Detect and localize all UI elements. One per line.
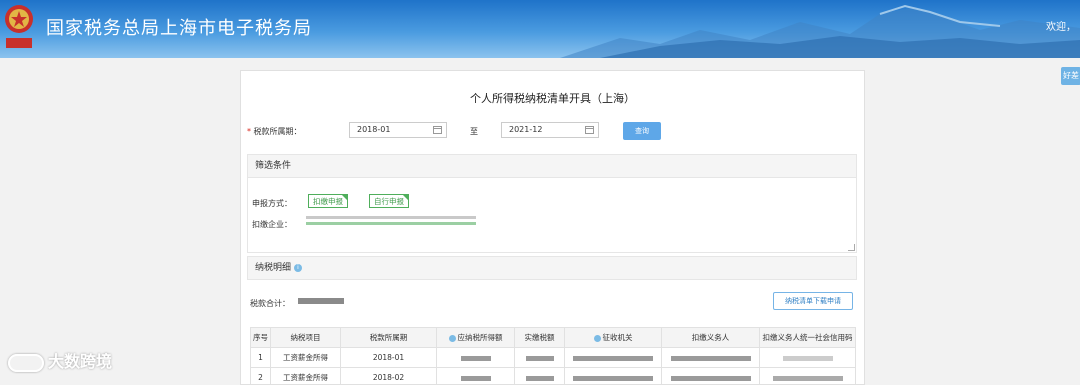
col-period: 税款所属期 bbox=[341, 328, 437, 348]
site-header: 国家税务总局上海市电子税务局 欢迎， bbox=[0, 0, 1080, 58]
table-header-row: 序号 纳税项目 税款所属期 应纳税所得额 实缴税额 征收机关 扣缴义务人 扣缴义… bbox=[251, 328, 856, 348]
required-mark: * bbox=[247, 127, 251, 136]
calendar-icon[interactable] bbox=[433, 126, 442, 134]
row-tax-redacted bbox=[515, 368, 565, 385]
welcome-text: 欢迎， bbox=[1046, 18, 1076, 33]
watermark-text: 大数跨境 bbox=[48, 352, 112, 371]
row-withholder-redacted bbox=[662, 348, 760, 368]
company-label: 扣缴企业： bbox=[252, 219, 292, 230]
emblem-icon bbox=[2, 2, 36, 52]
date-from-input[interactable]: 2018-01 bbox=[349, 122, 447, 138]
details-section-heading: 纳税明细i bbox=[247, 256, 857, 280]
watermark: 大数跨境 bbox=[8, 348, 112, 372]
method-label: 申报方式： bbox=[252, 198, 292, 209]
total-redacted bbox=[298, 298, 344, 304]
row-authority-redacted bbox=[565, 348, 662, 368]
filter-section-heading: 筛选条件 bbox=[247, 154, 857, 178]
col-paid-tax: 实缴税额 bbox=[515, 328, 565, 348]
row-period: 2018-01 bbox=[341, 348, 437, 368]
info-icon[interactable] bbox=[594, 335, 601, 342]
calendar-icon[interactable] bbox=[585, 126, 594, 134]
page-title: 个人所得税纳税清单开具（上海） bbox=[241, 90, 864, 106]
query-button[interactable]: 查询 bbox=[623, 122, 661, 140]
site-title: 国家税务总局上海市电子税务局 bbox=[46, 14, 312, 40]
period-label-text: 税款所属期： bbox=[254, 127, 302, 136]
date-to-value: 2021-12 bbox=[509, 125, 542, 134]
date-to-input[interactable]: 2021-12 bbox=[501, 122, 599, 138]
row-income-redacted bbox=[437, 348, 515, 368]
col-authority: 征收机关 bbox=[565, 328, 662, 348]
col-index: 序号 bbox=[251, 328, 271, 348]
period-label: * 税款所属期： bbox=[247, 126, 302, 137]
tag-withholding-declaration[interactable]: 扣缴申报 bbox=[308, 194, 348, 208]
row-tax-redacted bbox=[515, 348, 565, 368]
row-withholder-redacted bbox=[662, 368, 760, 385]
col-taxable-income-label: 应纳税所得额 bbox=[458, 333, 503, 342]
feedback-button[interactable]: 好差 bbox=[1061, 67, 1080, 85]
watermark-logo-icon bbox=[8, 354, 44, 372]
col-authority-label: 征收机关 bbox=[603, 333, 633, 342]
tag-self-declaration[interactable]: 自行申报 bbox=[369, 194, 409, 208]
row-income-redacted bbox=[437, 368, 515, 385]
tax-detail-table: 序号 纳税项目 税款所属期 应纳税所得额 实缴税额 征收机关 扣缴义务人 扣缴义… bbox=[250, 327, 856, 385]
company-redacted bbox=[306, 216, 476, 219]
row-period: 2018-02 bbox=[341, 368, 437, 385]
to-label: 至 bbox=[470, 126, 478, 137]
row-index: 2 bbox=[251, 368, 271, 385]
info-icon[interactable] bbox=[449, 335, 456, 342]
row-index: 1 bbox=[251, 348, 271, 368]
table-row[interactable]: 2 工资薪金所得 2018-02 bbox=[251, 368, 856, 385]
col-taxable-income: 应纳税所得额 bbox=[437, 328, 515, 348]
row-item: 工资薪金所得 bbox=[271, 368, 341, 385]
resize-handle[interactable] bbox=[848, 244, 855, 251]
total-label: 税款合计： bbox=[250, 298, 290, 309]
info-icon[interactable]: i bbox=[294, 264, 302, 272]
row-item: 工资薪金所得 bbox=[271, 348, 341, 368]
main-panel: 个人所得税纳税清单开具（上海） * 税款所属期： 2018-01 至 2021-… bbox=[240, 70, 865, 385]
company-redacted bbox=[306, 222, 476, 225]
col-credit-code: 扣缴义务人统一社会信用码 bbox=[760, 328, 856, 348]
filter-section-body: 申报方式： 扣缴申报 自行申报 扣缴企业： bbox=[247, 178, 857, 253]
download-request-button[interactable]: 纳税清单下载申请 bbox=[773, 292, 853, 310]
col-item: 纳税项目 bbox=[271, 328, 341, 348]
col-withholder: 扣缴义务人 bbox=[662, 328, 760, 348]
details-heading-text: 纳税明细 bbox=[255, 263, 291, 273]
row-code-redacted bbox=[760, 368, 856, 385]
table-row[interactable]: 1 工资薪金所得 2018-01 bbox=[251, 348, 856, 368]
row-code-redacted bbox=[760, 348, 856, 368]
row-authority-redacted bbox=[565, 368, 662, 385]
date-from-value: 2018-01 bbox=[357, 125, 390, 134]
